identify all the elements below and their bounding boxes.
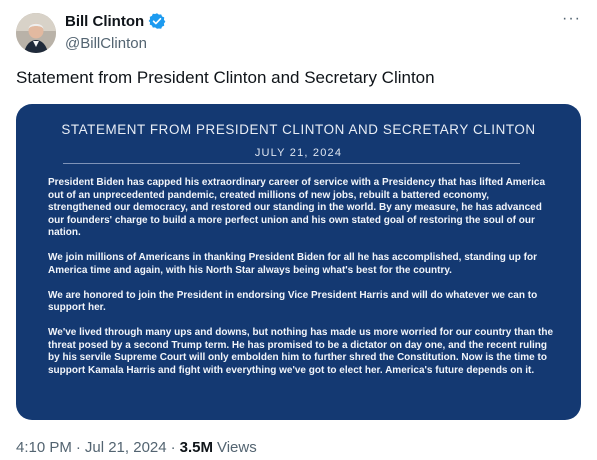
views-label: Views: [216, 439, 257, 456]
verified-badge-icon: [148, 12, 166, 30]
author-name-row: Bill Clinton: [65, 12, 166, 30]
statement-body: President Biden has capped his extraordi…: [48, 177, 553, 390]
statement-paragraph: We've lived through many ups and downs, …: [48, 327, 554, 376]
author-name[interactable]: Bill Clinton: [65, 13, 144, 30]
tweet-date[interactable]: Jul 21, 2024: [85, 439, 167, 456]
tweet-time[interactable]: 4:10 PM: [16, 439, 72, 456]
author-handle[interactable]: @BillClinton: [65, 35, 147, 52]
more-options-icon[interactable]: ···: [562, 10, 581, 28]
statement-image[interactable]: STATEMENT FROM PRESIDENT CLINTON AND SEC…: [16, 104, 581, 420]
meta-separator: ·: [170, 439, 176, 456]
tweet-meta: 4:10 PM · Jul 21, 2024 · 3.5M Views: [16, 439, 257, 456]
views-count[interactable]: 3.5M: [180, 439, 213, 456]
statement-paragraph: We join millions of Americans in thankin…: [48, 252, 537, 276]
statement-title: STATEMENT FROM PRESIDENT CLINTON AND SEC…: [61, 122, 536, 137]
statement-paragraph: President Biden has capped his extraordi…: [48, 177, 546, 238]
statement-date: JULY 21, 2024: [254, 147, 343, 159]
tweet-text: Statement from President Clinton and Sec…: [16, 68, 435, 87]
author-avatar[interactable]: [16, 13, 56, 53]
statement-divider: [63, 163, 520, 164]
statement-paragraph: We are honored to join the President in …: [48, 289, 538, 314]
meta-separator: ·: [75, 439, 81, 456]
